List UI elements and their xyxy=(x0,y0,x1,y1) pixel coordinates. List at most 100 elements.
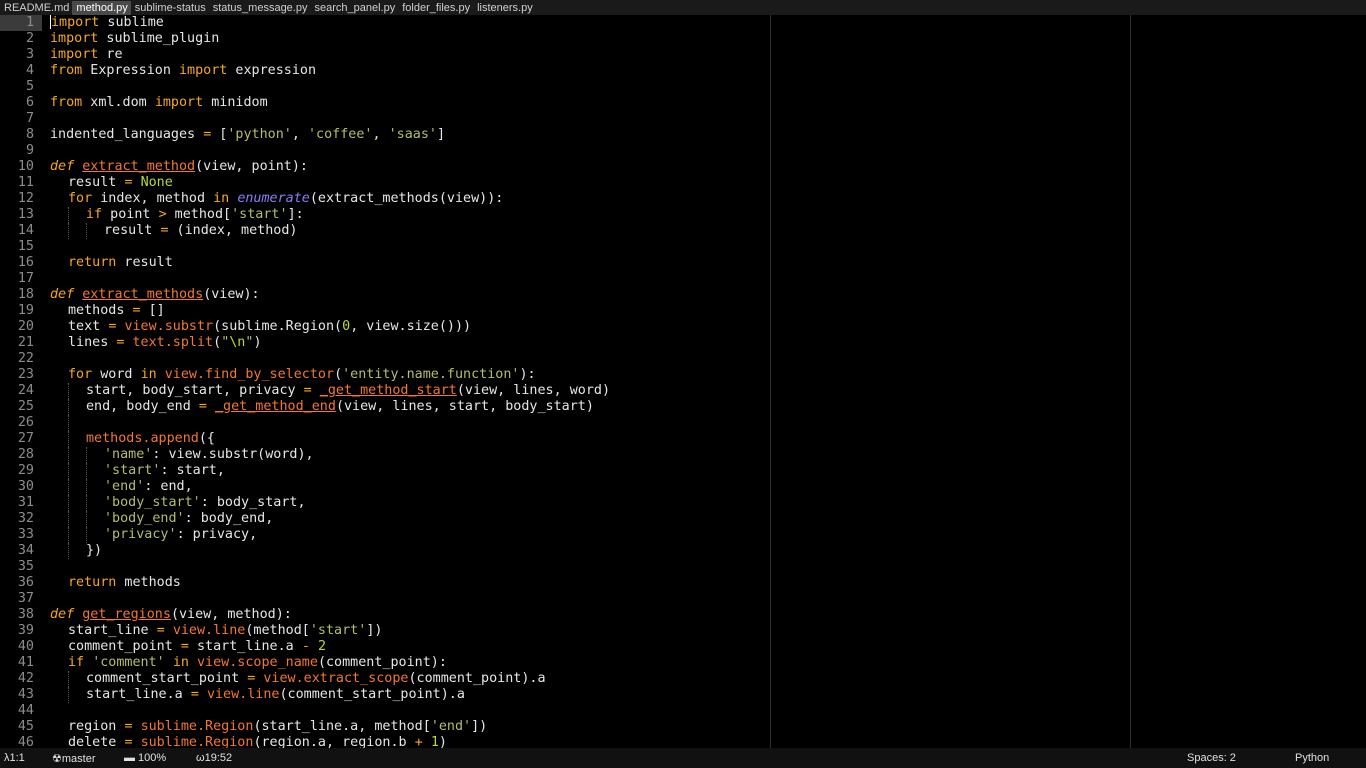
tab-listeners-py[interactable]: listeners.py xyxy=(473,1,536,15)
line-number: 3 xyxy=(25,47,34,62)
code-token: return xyxy=(68,575,117,590)
syntax-selector[interactable]: Python xyxy=(1295,752,1329,764)
indent-guide xyxy=(86,527,87,543)
code-token: (view, point): xyxy=(195,159,308,174)
code-text: lines = text.split("\n") xyxy=(68,335,262,351)
code-line: 23 for word in view.find_by_selector('ent… xyxy=(0,367,1366,383)
code-token: method[ xyxy=(166,207,232,222)
code-token: = xyxy=(180,639,189,654)
code-token: (region.a, region.b xyxy=(253,735,415,748)
code-line: 32 'body_end': body_end, xyxy=(0,511,1366,527)
code-text: methods.append({ xyxy=(86,431,215,447)
code-line: 20 text = view.substr(sublime.Region(0, v… xyxy=(0,319,1366,335)
line-number: 26 xyxy=(17,415,34,430)
tab-method-py[interactable]: method.py xyxy=(72,1,131,15)
code-token: in xyxy=(172,655,189,670)
code-token: _get_method_end xyxy=(215,399,336,414)
indent-guide xyxy=(68,223,69,239)
code-token: view.extract_scope xyxy=(263,671,409,686)
code-token: text.split xyxy=(132,335,214,350)
tab-search-panel-py[interactable]: search_panel.py xyxy=(310,1,398,15)
code-token: for xyxy=(68,367,93,382)
tab-bar: README.md method.py sublime-status status_m… xyxy=(0,0,1366,15)
code-line: 39 start_line = view.line(method['start']… xyxy=(0,623,1366,639)
line-number: 25 xyxy=(17,399,34,414)
line-number: 6 xyxy=(25,95,34,110)
code-token: , view.size())) xyxy=(350,319,472,334)
code-line: 21 lines = text.split("\n") xyxy=(0,335,1366,351)
indent-guide xyxy=(68,671,69,687)
code-line: 10 def extract_method(view, point): xyxy=(0,159,1366,175)
indent-guide xyxy=(86,495,87,511)
code-token: view.scope_name xyxy=(197,655,318,670)
code-token: if xyxy=(68,655,85,670)
line-number: 40 xyxy=(17,639,34,654)
line-number: 2 xyxy=(25,31,34,46)
code-token: (view, lines, start, body_start) xyxy=(335,399,594,414)
code-token: def xyxy=(50,607,75,622)
code-token: = xyxy=(198,399,207,414)
code-token: sublime.Region xyxy=(140,735,254,748)
line-number: 23 xyxy=(17,367,34,382)
code-token: start_line.a xyxy=(188,639,302,654)
code-token: (view, method): xyxy=(170,607,292,622)
line-number: 14 xyxy=(17,223,34,238)
code-token: 'comment' xyxy=(92,655,165,670)
code-token: (index, method) xyxy=(168,223,298,238)
code-token: 'body_end' xyxy=(104,511,185,526)
line-number: 27 xyxy=(17,431,34,446)
code-token: ]: xyxy=(287,207,304,222)
code-token: from xyxy=(50,63,83,78)
code-line: 37 xyxy=(0,591,1366,607)
indent-guide xyxy=(86,447,87,463)
code-token: lines xyxy=(68,335,117,350)
indentation-setting[interactable]: Spaces: 2 xyxy=(1187,752,1236,764)
code-token: 'start' xyxy=(309,623,367,638)
code-token: import xyxy=(51,15,100,30)
indent-guide xyxy=(68,207,69,223)
tab-folder-files-py[interactable]: folder_files.py xyxy=(398,1,473,15)
indent-guide xyxy=(86,463,87,479)
code-token: in xyxy=(213,191,230,206)
code-text: text = view.substr(sublime.Region(0, vie… xyxy=(68,319,471,335)
code-line: 9 xyxy=(0,143,1366,159)
code-line: 35 xyxy=(0,559,1366,575)
code-token: - xyxy=(301,639,310,654)
code-token: ({ xyxy=(198,431,215,446)
code-token: ) xyxy=(438,735,447,748)
code-line: 4 from Expression import expression xyxy=(0,63,1366,79)
line-number: 43 xyxy=(17,687,34,702)
code-token: ]) xyxy=(471,719,488,734)
code-editor[interactable]: 1 import sublime 2 import sublime_plugin 3 im… xyxy=(0,15,1366,748)
code-token: comment_start_point xyxy=(86,671,248,686)
code-line: 13 if point > method['start']: xyxy=(0,207,1366,223)
code-text: 'name': view.substr(word), xyxy=(104,447,314,463)
battery-status: ▬ 100% xyxy=(124,752,167,764)
code-text: import re xyxy=(50,47,123,63)
code-text: if 'comment' in view.scope_name(comment_… xyxy=(68,655,447,671)
code-token: (sublime.Region( xyxy=(213,319,343,334)
code-token: = xyxy=(124,735,133,748)
code-token: = xyxy=(160,223,169,238)
line-number: 46 xyxy=(17,735,34,748)
code-token: 'entity.name.function' xyxy=(342,367,520,382)
code-line: 43 start_line.a = view.line(comment_start… xyxy=(0,687,1366,703)
indent-guide xyxy=(68,447,69,463)
line-number: 17 xyxy=(17,271,34,286)
code-line: 33 'privacy': privacy, xyxy=(0,527,1366,543)
line-number: 24 xyxy=(17,383,34,398)
code-token: > xyxy=(158,207,167,222)
code-line: 15 xyxy=(0,239,1366,255)
tab-sublime-status[interactable]: sublime-status xyxy=(131,1,209,15)
tab-status-message-py[interactable]: status_message.py xyxy=(209,1,311,15)
code-text: comment_point = start_line.a - 2 xyxy=(68,639,326,655)
code-token: 'privacy' xyxy=(104,527,177,542)
code-token: (view, lines, word) xyxy=(456,383,611,398)
code-line: 30 'end': end, xyxy=(0,479,1366,495)
tab-readme-md[interactable]: README.md xyxy=(0,1,72,15)
code-token: ] xyxy=(437,127,446,142)
